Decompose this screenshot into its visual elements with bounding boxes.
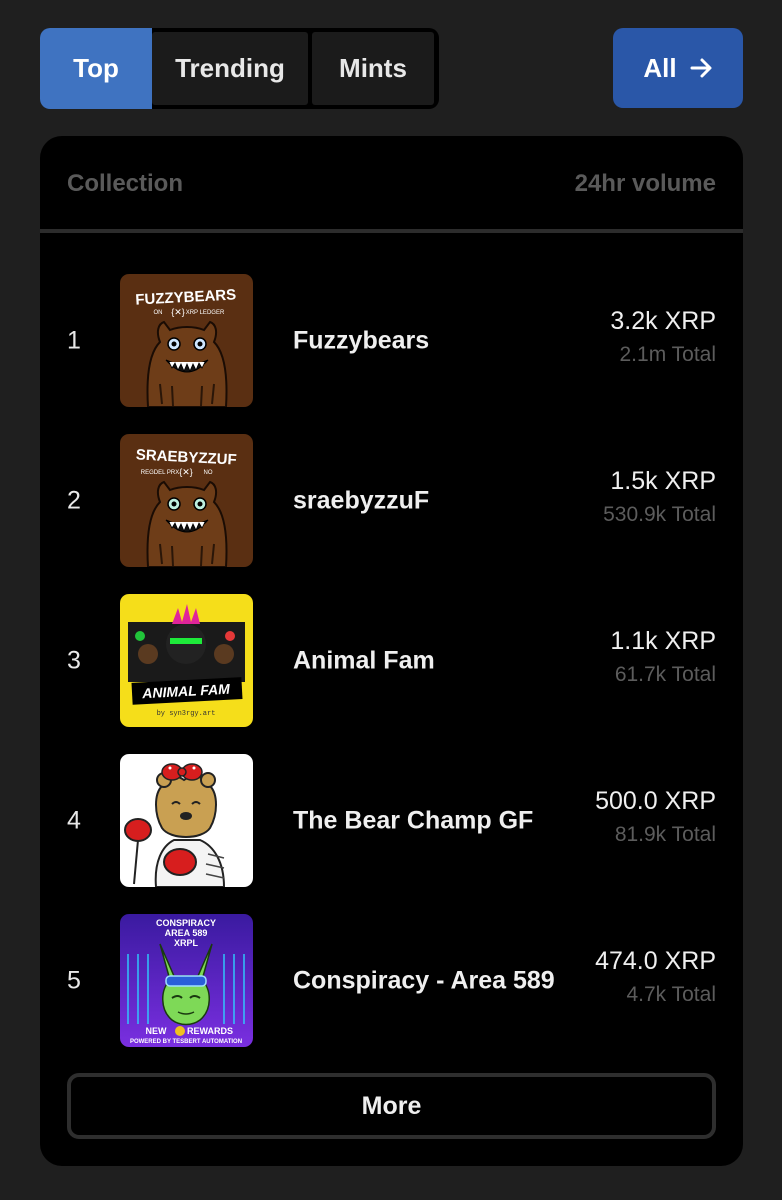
volume-cell: 1.1k XRP 61.7k Total bbox=[610, 624, 716, 692]
rank: 2 bbox=[67, 486, 81, 515]
collection-thumbnail[interactable]: FUZZYBEARS ON {✕} XRP LEDGER bbox=[120, 274, 253, 407]
svg-text:XRP LEDGER: XRP LEDGER bbox=[186, 310, 225, 316]
svg-text:{✕}: {✕} bbox=[179, 467, 193, 477]
thumb-sub: ON bbox=[154, 310, 163, 316]
collection-thumbnail[interactable]: CONSPIRACY AREA 589 XRPL NEW REWARDS POW… bbox=[120, 914, 253, 1047]
collection-name[interactable]: Fuzzybears bbox=[293, 327, 429, 356]
volume-total: 530.9k Total bbox=[603, 503, 716, 526]
collection-row[interactable]: 1 FUZZYBEARS ON {✕} XRP LEDGER Fuzzybear… bbox=[40, 274, 743, 408]
header-divider bbox=[40, 229, 743, 233]
collection-name[interactable]: Animal Fam bbox=[293, 647, 435, 676]
collection-thumbnail[interactable] bbox=[120, 754, 253, 887]
more-button[interactable]: More bbox=[67, 1073, 716, 1139]
volume-24hr: 1.1k XRP bbox=[610, 627, 716, 655]
rank: 1 bbox=[67, 326, 81, 355]
volume-cell: 474.0 XRP 4.7k Total bbox=[595, 944, 716, 1012]
svg-text:by syn3rgy.art: by syn3rgy.art bbox=[157, 710, 216, 718]
svg-text:AREA 589: AREA 589 bbox=[165, 928, 208, 938]
svg-text:XRPL: XRPL bbox=[174, 938, 199, 948]
tab-trending[interactable]: Trending bbox=[152, 32, 308, 105]
volume-cell: 3.2k XRP 2.1m Total bbox=[610, 304, 716, 372]
rank: 5 bbox=[67, 966, 81, 995]
collection-thumbnail[interactable]: SRAEBYZZUF REGDEL PRX {✕} NO bbox=[120, 434, 253, 567]
volume-cell: 500.0 XRP 81.9k Total bbox=[595, 784, 716, 852]
column-header-volume: 24hr volume bbox=[574, 170, 716, 197]
svg-text:REGDEL PRX: REGDEL PRX bbox=[141, 470, 179, 476]
collection-thumbnail[interactable]: ANIMAL FAM by syn3rgy.art bbox=[120, 594, 253, 727]
tab-mints[interactable]: Mints bbox=[312, 32, 434, 105]
collection-row[interactable]: 2 SRAEBYZZUF REGDEL PRX {✕} NO sraebyzzu… bbox=[40, 434, 743, 568]
collection-tabs: Top Trending Mints bbox=[40, 28, 439, 109]
tab-top[interactable]: Top bbox=[40, 28, 152, 109]
rank: 3 bbox=[67, 646, 81, 675]
collection-row[interactable]: 3 ANIMAL FAM by syn3rgy.art Animal Fam 1… bbox=[40, 594, 743, 728]
volume-24hr: 474.0 XRP bbox=[595, 947, 716, 975]
all-button-label: All bbox=[643, 52, 677, 83]
rank: 4 bbox=[67, 806, 81, 835]
volume-24hr: 500.0 XRP bbox=[595, 787, 716, 815]
svg-text:NO: NO bbox=[204, 470, 213, 476]
thumb-title: CONSPIRACY bbox=[156, 918, 216, 928]
volume-cell: 1.5k XRP 530.9k Total bbox=[603, 464, 716, 532]
volume-total: 2.1m Total bbox=[619, 343, 717, 366]
volume-24hr: 3.2k XRP bbox=[610, 307, 716, 335]
arrow-right-icon bbox=[690, 58, 712, 78]
svg-text:NEW: NEW bbox=[146, 1026, 168, 1036]
svg-text:REWARDS: REWARDS bbox=[187, 1026, 233, 1036]
all-button[interactable]: All bbox=[613, 28, 743, 108]
table-header: Collection 24hr volume bbox=[40, 136, 743, 232]
collection-name[interactable]: sraebyzzuF bbox=[293, 487, 429, 516]
collection-name[interactable]: Conspiracy - Area 589 bbox=[293, 967, 555, 996]
column-header-collection: Collection bbox=[67, 170, 184, 197]
collection-row[interactable]: 5 CONSPIRACY AREA 589 XRPL NEW REWARDS P… bbox=[40, 914, 743, 1048]
volume-24hr: 1.5k XRP bbox=[610, 467, 716, 495]
collections-card: Collection 24hr volume 1 FUZZYBEARS ON {… bbox=[40, 136, 743, 1166]
volume-total: 61.7k Total bbox=[614, 663, 716, 686]
svg-text:{✕}: {✕} bbox=[171, 307, 185, 317]
svg-text:POWERED BY TESBERT AUTOMATION: POWERED BY TESBERT AUTOMATION bbox=[130, 1039, 242, 1045]
collection-name[interactable]: The Bear Champ GF bbox=[293, 807, 533, 836]
volume-total: 4.7k Total bbox=[626, 983, 716, 1006]
volume-total: 81.9k Total bbox=[614, 823, 716, 846]
collection-row[interactable]: 4 The Bear Champ GF 500.0 XRP 81.9k Tota… bbox=[40, 754, 743, 888]
